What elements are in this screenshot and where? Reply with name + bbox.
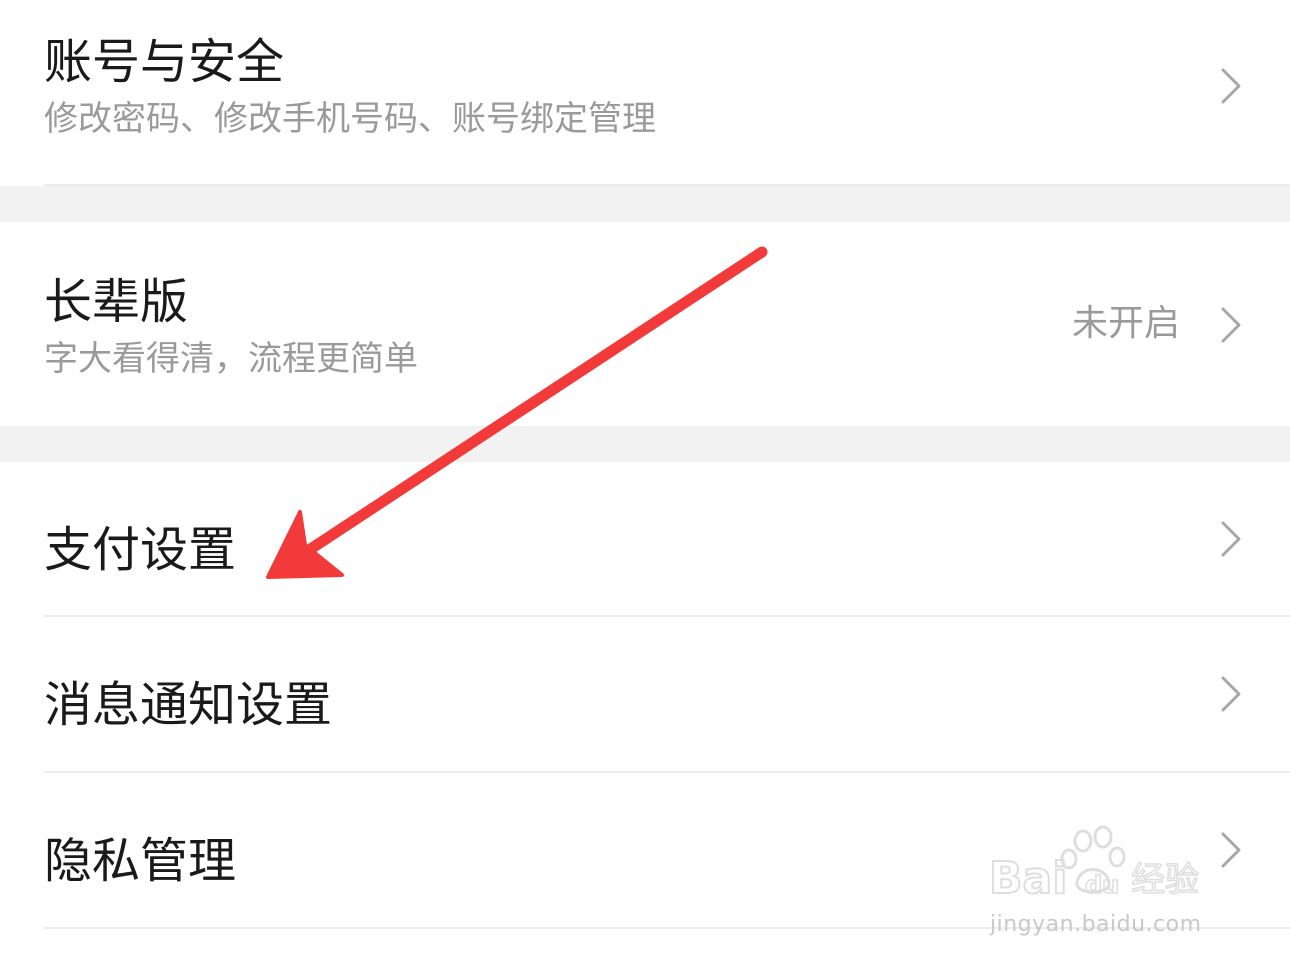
chevron-right-icon	[1221, 676, 1241, 712]
account-security-subtitle: 修改密码、修改手机号码、账号绑定管理	[44, 99, 656, 139]
notification-settings-title: 消息通知设置	[44, 677, 333, 733]
elder-mode-subtitle: 字大看得清，流程更简单	[44, 339, 418, 379]
settings-item-notifications[interactable]: 消息通知设置	[0, 617, 1290, 771]
account-security-title: 账号与安全	[44, 34, 285, 90]
chevron-right-icon	[1221, 832, 1241, 868]
privacy-settings-title: 隐私管理	[44, 833, 237, 889]
settings-item-elder-mode[interactable]: 长辈版 字大看得清，流程更简单 未开启	[0, 222, 1290, 426]
payment-settings-title: 支付设置	[44, 522, 237, 578]
settings-item-privacy[interactable]: 隐私管理	[0, 773, 1290, 927]
section-gap	[0, 186, 1290, 222]
chevron-right-icon	[1221, 521, 1241, 557]
settings-item-account-security[interactable]: 账号与安全 修改密码、修改手机号码、账号绑定管理	[0, 0, 1290, 186]
elder-mode-status: 未开启	[1071, 303, 1180, 344]
chevron-right-icon	[1221, 68, 1241, 104]
chevron-right-icon	[1221, 307, 1241, 343]
elder-mode-title: 长辈版	[44, 274, 189, 330]
section-gap	[0, 426, 1290, 462]
settings-item-payment[interactable]: 支付设置	[0, 462, 1290, 616]
watermark-url: jingyan.baidu.com	[990, 912, 1202, 937]
